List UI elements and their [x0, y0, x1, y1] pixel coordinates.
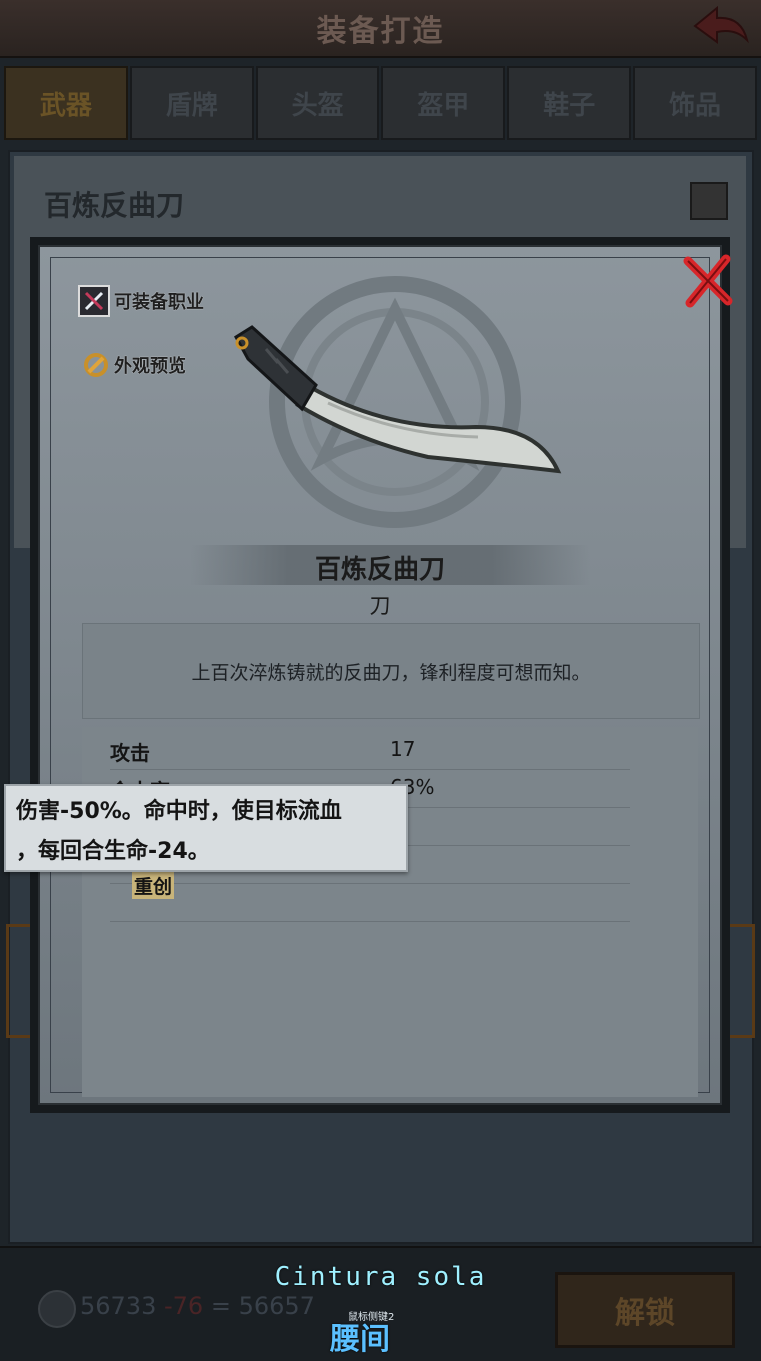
caption-cn: 腰间: [330, 1322, 390, 1357]
coin-icon: [38, 1290, 76, 1328]
close-icon[interactable]: [680, 251, 736, 311]
tab-helmet[interactable]: 头盔: [255, 66, 380, 140]
back-arrow-icon[interactable]: [689, 4, 751, 50]
trait-badge[interactable]: 重创: [132, 872, 175, 899]
hammer-icon: [84, 353, 108, 377]
description-box: 上百次淬炼铸就的反曲刀，锋利程度可想而知。: [82, 623, 700, 719]
item-type: 刀: [369, 594, 391, 618]
appearance-preview-button[interactable]: 外观预览: [82, 351, 186, 379]
trait-tooltip: 伤害-50%。命中时，使目标流血 ，每回合生命-24。: [4, 784, 408, 872]
background-item-name: 百炼反曲刀: [44, 189, 185, 222]
item-name: 百炼反曲刀: [314, 555, 445, 585]
kukri-knife-icon: [234, 325, 562, 474]
tab-accessory[interactable]: 饰品: [633, 66, 757, 140]
tab-armor[interactable]: 盔甲: [381, 66, 506, 140]
caption-latin: Cintura sola: [274, 1262, 487, 1292]
background-class-icon: [690, 182, 728, 220]
stats-box: 攻击 17 命中率 63% 2: [82, 727, 698, 1097]
tab-shield[interactable]: 盾牌: [129, 66, 254, 140]
equip-class-label: 可装备职业: [114, 292, 204, 313]
stat-label: 攻击: [110, 741, 150, 765]
page-title: 装备打造: [316, 14, 445, 49]
tab-shoes[interactable]: 鞋子: [507, 66, 632, 140]
equipment-tabs: 武器 盾牌 头盔 盔甲 鞋子 饰品: [4, 66, 757, 140]
right-side-bracket: [726, 924, 755, 1038]
item-detail-popup: 可装备职业 外观预览 百炼反曲刀 刀 上百次淬炼铸就的反曲刀，锋利程度可想而知。: [30, 237, 733, 1113]
item-description: 上百次淬炼铸就的反曲刀，锋利程度可想而知。: [191, 661, 591, 684]
tooltip-line-1: 伤害-50%。命中时，使目标流血: [16, 799, 342, 824]
appearance-preview-label: 外观预览: [114, 356, 186, 377]
tab-weapon[interactable]: 武器: [4, 66, 128, 140]
stat-row: 攻击 17: [110, 733, 630, 770]
top-bar: 装备打造: [0, 0, 761, 58]
coin-cost: -76: [164, 1292, 204, 1320]
popup-body: 可装备职业 外观预览 百炼反曲刀 刀 上百次淬炼铸就的反曲刀，锋利程度可想而知。: [38, 245, 733, 1105]
tooltip-line-2: ，每回合生命-24。: [16, 839, 210, 864]
equip-class-button[interactable]: 可装备职业: [78, 285, 204, 317]
coin-balance: 56733 -76 = 56657: [80, 1292, 315, 1320]
stat-value: 17: [390, 737, 416, 761]
coin-result: = 56657: [210, 1292, 315, 1320]
coin-amount: 56733: [80, 1292, 157, 1320]
crossed-weapons-icon: [78, 285, 110, 317]
stat-row: [110, 885, 630, 922]
